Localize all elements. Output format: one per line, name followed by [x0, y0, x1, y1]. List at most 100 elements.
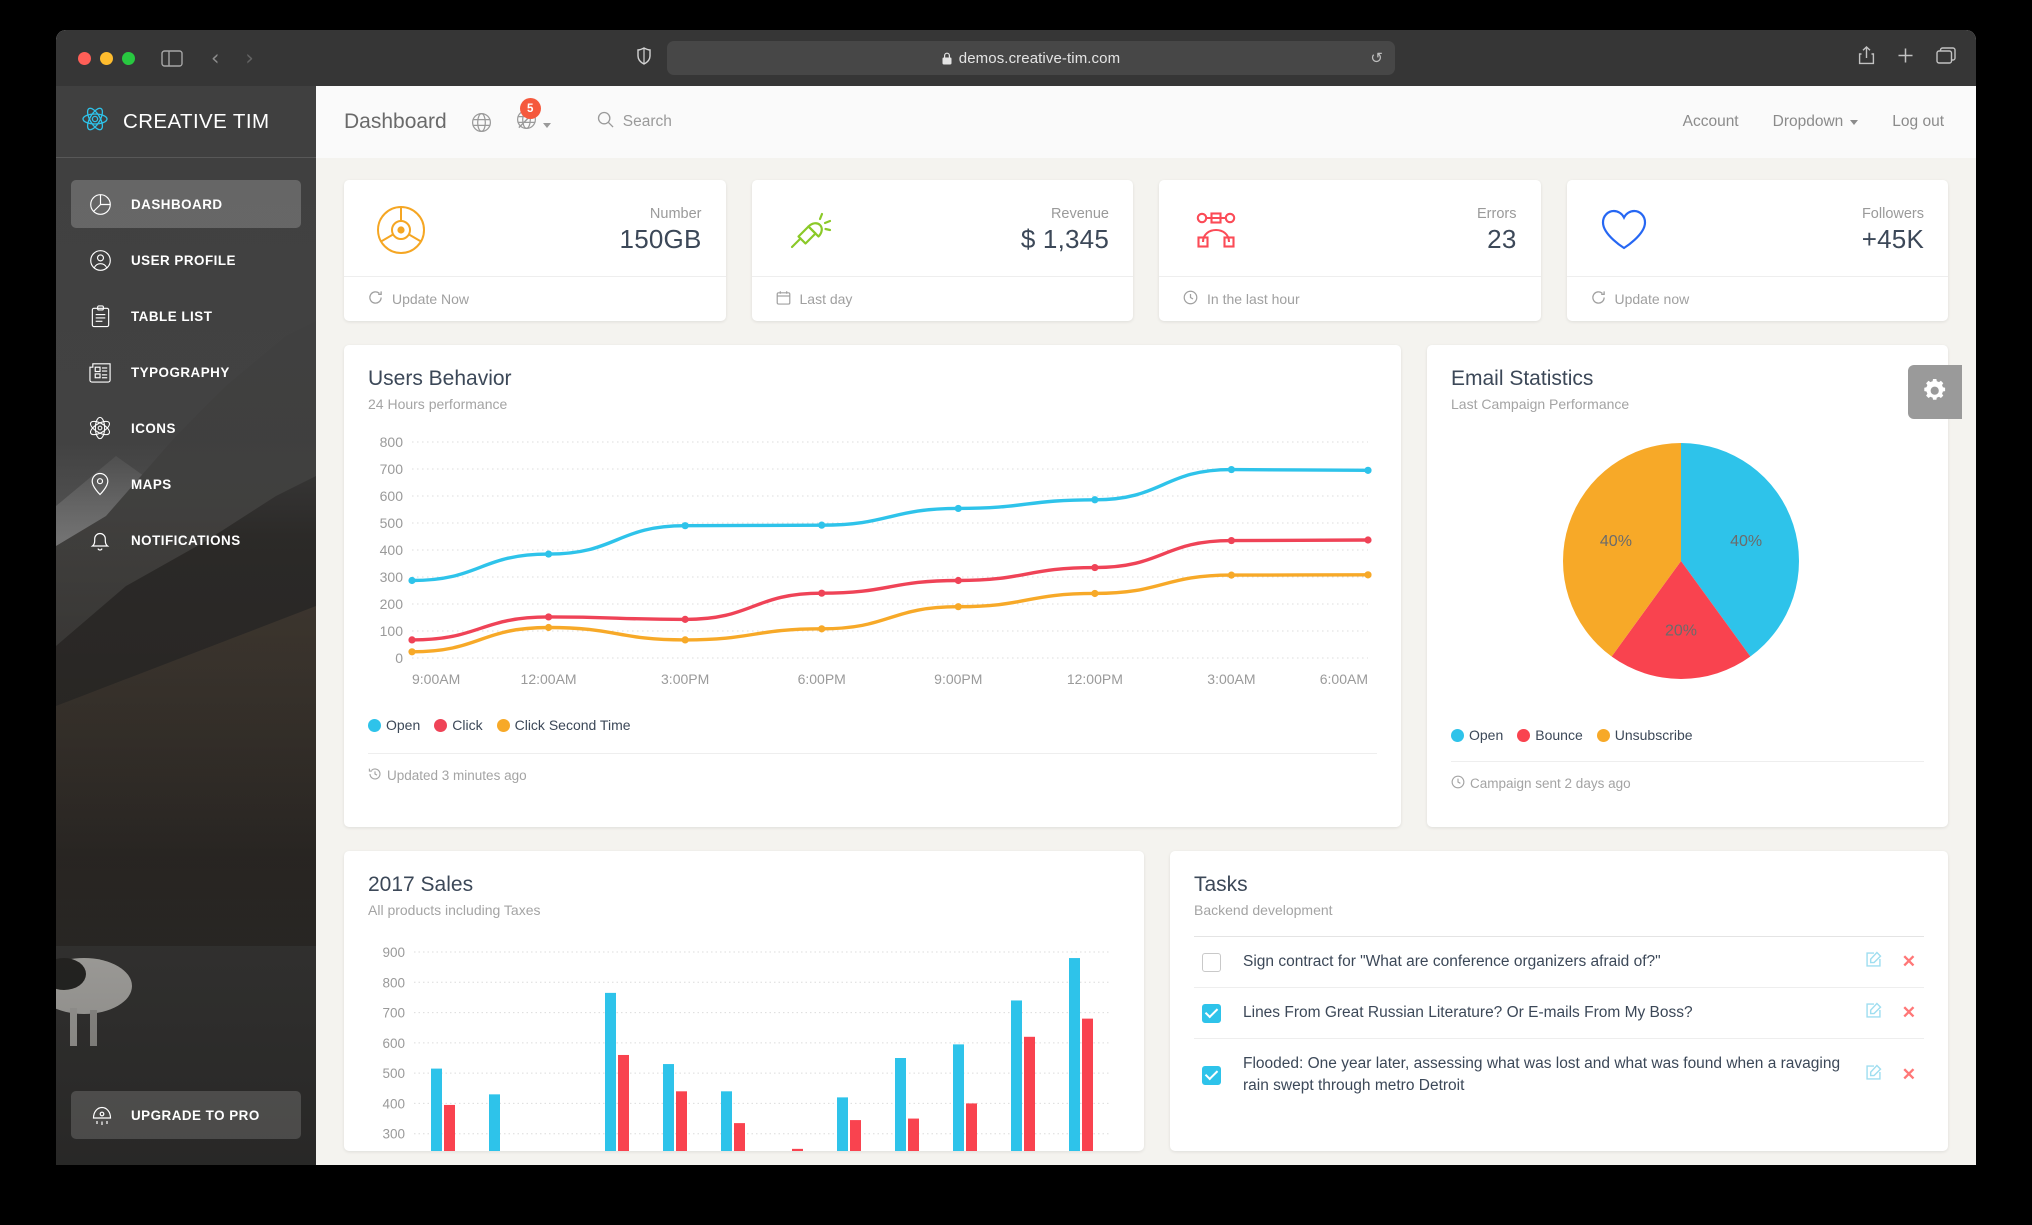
plus-icon[interactable]: [1897, 47, 1914, 69]
sidebar-item-icons[interactable]: ICONS: [71, 404, 301, 452]
share-icon[interactable]: [1858, 46, 1875, 70]
task-checkbox[interactable]: [1202, 1003, 1221, 1023]
task-text: Flooded: One year later, assessing what …: [1243, 1055, 1841, 1094]
close-window-button[interactable]: [78, 51, 91, 65]
close-icon[interactable]: ✕: [1902, 1065, 1916, 1085]
legend-color-swatch: [368, 718, 381, 732]
sidebar-item-label: NOTIFICATIONS: [131, 532, 241, 548]
legend-item[interactable]: Open: [368, 717, 420, 733]
legend-item[interactable]: Open: [1451, 727, 1503, 743]
legend-item[interactable]: Bounce: [1517, 727, 1583, 743]
sidebar: CREATIVE TIM DASHBOARD USER PROFILE TABL…: [56, 86, 316, 1165]
sidebar-item-user-profile[interactable]: USER PROFILE: [71, 236, 301, 284]
svg-text:9:00AM: 9:00AM: [412, 671, 460, 687]
brand[interactable]: CREATIVE TIM: [56, 86, 316, 158]
notifications-button[interactable]: 5: [516, 98, 551, 135]
search-label: Search: [622, 113, 672, 130]
stat-card-errors: Errors 23 In the last hour: [1159, 180, 1541, 321]
legend-item[interactable]: Click Second Time: [496, 717, 631, 733]
stat-label: Errors: [1477, 205, 1517, 222]
legend-label: Open: [1469, 727, 1504, 743]
reload-icon[interactable]: ↺: [1370, 49, 1383, 67]
stat-footer[interactable]: Update now: [1566, 276, 1948, 321]
stat-footer[interactable]: Last day: [751, 276, 1133, 321]
sidebar-item-typography[interactable]: TYPOGRAPHY: [71, 348, 301, 396]
sidebar-item-table-list[interactable]: TABLE LIST: [71, 292, 301, 340]
edit-icon[interactable]: [1865, 1064, 1882, 1086]
svg-text:6:00PM: 6:00PM: [798, 671, 846, 687]
sidebar-item-label: TYPOGRAPHY: [131, 364, 230, 380]
window-traffic-lights[interactable]: [78, 51, 135, 65]
line-chart-legend: Open Click Click Second Time: [368, 717, 1377, 733]
notifications-badge: 5: [519, 98, 541, 119]
edit-icon[interactable]: [1865, 1002, 1882, 1024]
url-text: demos.creative-tim.com: [958, 49, 1121, 67]
heart-icon: [1591, 207, 1657, 253]
sidebar-item-maps[interactable]: MAPS: [71, 460, 301, 508]
task-checkbox[interactable]: [1202, 952, 1221, 972]
legend-color-swatch: [1596, 728, 1610, 742]
sidebar-toggle-icon[interactable]: [161, 49, 183, 67]
flashlight-icon: [776, 205, 842, 255]
stat-footer[interactable]: Update Now: [344, 276, 726, 321]
legend-color-swatch: [496, 718, 510, 732]
svg-text:100: 100: [380, 623, 404, 639]
legend-label: Click: [452, 717, 483, 733]
chevron-down-icon: [1850, 119, 1859, 125]
close-icon[interactable]: ✕: [1902, 952, 1916, 972]
clock-icon: [1451, 775, 1465, 792]
legend-color-swatch: [1451, 728, 1464, 742]
sidebar-item-label: USER PROFILE: [131, 252, 236, 268]
sidebar-item-dashboard[interactable]: DASHBOARD: [71, 180, 301, 228]
account-label: Account: [1682, 113, 1739, 130]
sidebar-item-label: TABLE LIST: [131, 308, 213, 324]
refresh-icon: [368, 290, 383, 308]
card-subtitle: Backend development: [1194, 902, 1333, 918]
globe-icon[interactable]: [471, 112, 492, 133]
task-checkbox[interactable]: [1202, 1065, 1221, 1085]
stat-footer-label: Last day: [799, 291, 853, 307]
pie-chart-icon: [87, 191, 113, 217]
task-row: Sign contract for "What are conference o…: [1194, 936, 1924, 987]
sidebar-item-label: DASHBOARD: [131, 196, 223, 212]
gear-icon[interactable]: [1908, 365, 1962, 419]
maximize-window-button[interactable]: [122, 51, 135, 65]
back-icon[interactable]: ‹: [211, 47, 219, 69]
dashboard-content: Number 150GB Update Now Revenue $ 1,345 …: [316, 158, 1976, 1165]
dropdown-label: Dropdown: [1772, 113, 1844, 130]
stat-card-followers: Followers +45K Update now: [1566, 180, 1948, 321]
stat-footer[interactable]: In the last hour: [1159, 276, 1541, 321]
sidebar-item-notifications[interactable]: NOTIFICATIONS: [71, 516, 301, 564]
legend-item[interactable]: Unsubscribe: [1596, 727, 1693, 743]
card-title: Email Statistics: [1451, 367, 1594, 390]
url-input[interactable]: demos.creative-tim.com ↺: [667, 41, 1395, 75]
browser-nav-arrows[interactable]: ‹ ›: [211, 47, 254, 69]
search-button[interactable]: Search: [597, 111, 672, 133]
edit-icon[interactable]: [1865, 951, 1882, 973]
forward-icon[interactable]: ›: [245, 47, 253, 69]
shield-icon[interactable]: [637, 46, 651, 70]
newspaper-icon: [87, 359, 113, 385]
stat-card-number: Number 150GB Update Now: [344, 180, 726, 321]
card-subtitle: Last Campaign Performance: [1451, 396, 1630, 412]
stat-footer-label: Update Now: [392, 291, 470, 307]
upgrade-to-pro-button[interactable]: UPGRADE TO PRO: [71, 1091, 301, 1139]
legend-item[interactable]: Click: [434, 717, 483, 733]
svg-text:800: 800: [382, 975, 405, 990]
close-icon[interactable]: ✕: [1902, 1003, 1916, 1023]
legend-color-swatch: [1517, 728, 1531, 742]
sales-bar-chart: 300 400 500 600 700 800 900: [382, 945, 1110, 1151]
clipboard-icon: [87, 303, 113, 329]
svg-text:9:00PM: 9:00PM: [934, 671, 982, 687]
svg-text:700: 700: [380, 461, 404, 477]
tabs-icon[interactable]: [1936, 47, 1956, 69]
dropdown-link[interactable]: Dropdown: [1773, 113, 1859, 131]
minimize-window-button[interactable]: [100, 51, 113, 65]
sales-card: 2017 Sales All products including Taxes …: [344, 851, 1144, 1151]
svg-text:3:00AM: 3:00AM: [1207, 671, 1255, 687]
legend-label: Unsubscribe: [1614, 727, 1693, 743]
stat-label: Number: [649, 205, 702, 222]
account-link[interactable]: Account: [1683, 113, 1739, 131]
logout-link[interactable]: Log out: [1892, 113, 1944, 131]
svg-text:200: 200: [380, 596, 404, 612]
